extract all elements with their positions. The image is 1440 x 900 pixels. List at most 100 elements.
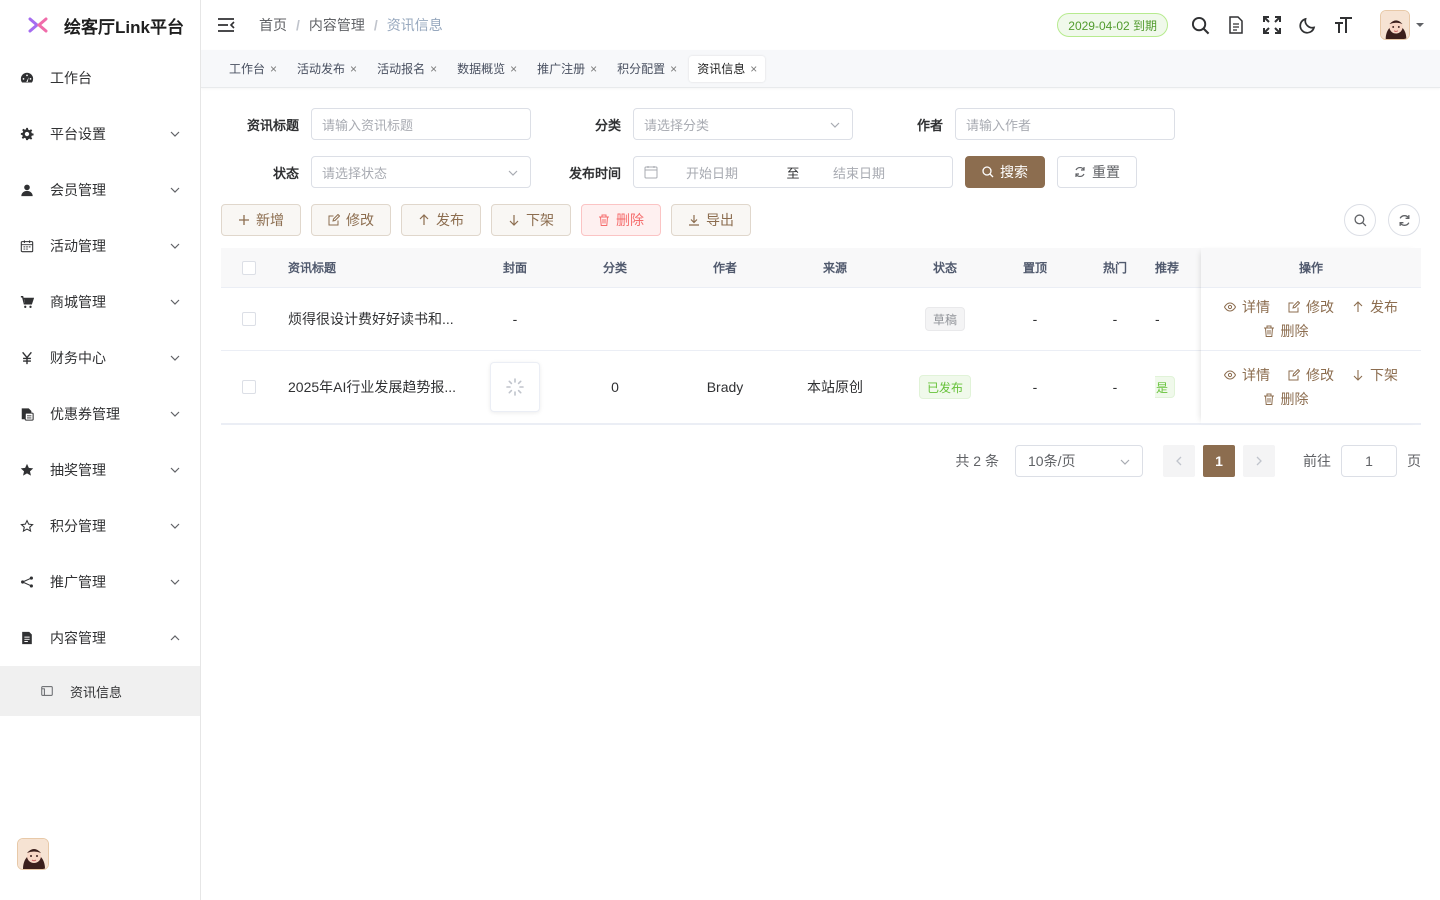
select-all-checkbox[interactable]	[242, 260, 256, 275]
chevron-down-icon	[170, 411, 180, 417]
document-doc-icon[interactable]	[1226, 15, 1246, 35]
filter-author-label: 作者	[916, 117, 943, 133]
reset-button[interactable]: 重置	[1057, 156, 1137, 188]
close-icon[interactable]: ×	[350, 62, 357, 76]
sidebar-item-platform-settings[interactable]: 平台设置	[0, 106, 200, 162]
delete-button[interactable]: 删除	[581, 204, 661, 236]
sidebar-item-members[interactable]: 会员管理	[0, 162, 200, 218]
user-avatar[interactable]	[1380, 10, 1410, 40]
author-input[interactable]: 请输入作者	[955, 108, 1175, 140]
category-select[interactable]: 请选择分类	[633, 108, 853, 140]
sidebar-subitem-label: 资讯信息	[70, 684, 123, 700]
edit-button[interactable]: 修改	[1288, 365, 1334, 385]
date-range-picker[interactable]: 开始日期 至 结束日期	[633, 156, 953, 188]
tag-data-overview[interactable]: 数据概览 ×	[449, 56, 525, 82]
sidebar-item-mall[interactable]: 商城管理	[0, 274, 200, 330]
edit-button[interactable]: 修改	[311, 204, 391, 236]
close-icon[interactable]: ×	[670, 62, 677, 76]
caret-down-icon[interactable]	[1416, 21, 1424, 29]
row-checkbox[interactable]	[242, 312, 256, 326]
breadcrumb-content[interactable]: 内容管理	[309, 15, 365, 35]
cover-image[interactable]	[490, 362, 540, 412]
plus-icon	[238, 214, 250, 226]
search-icon[interactable]	[1190, 15, 1210, 35]
toggle-search-button[interactable]	[1344, 204, 1376, 236]
news-table: 资讯标题 封面 分类 作者 来源 状态 置顶 热门 推荐 烦得很设计费好好读书和…	[221, 248, 1421, 425]
close-icon[interactable]: ×	[590, 62, 597, 76]
publish-button[interactable]: 发布	[401, 204, 481, 236]
sidebar-item-content[interactable]: 内容管理	[0, 610, 200, 666]
arrow-down-icon	[1352, 369, 1364, 381]
tag-activity-publish[interactable]: 活动发布 ×	[289, 56, 365, 82]
ops-column: 操作 详情 修改 发布 删除 详情 修改 下架 删除	[1201, 248, 1421, 424]
filter-status-label: 状态	[272, 165, 299, 181]
sidebar-item-dashboard[interactable]: 工作台	[0, 50, 200, 106]
prev-page-button[interactable]	[1163, 445, 1195, 477]
tag-activity-signup[interactable]: 活动报名 ×	[369, 56, 445, 82]
export-button[interactable]: 导出	[671, 204, 751, 236]
toolbar-right	[1332, 204, 1420, 236]
delete-button[interactable]: 删除	[1263, 389, 1309, 409]
menu-toggle-icon[interactable]	[217, 17, 235, 33]
sidebar-item-finance[interactable]: 财务中心	[0, 330, 200, 386]
sidebar-item-activities[interactable]: 活动管理	[0, 218, 200, 274]
sidebar-avatar[interactable]	[17, 838, 49, 870]
row-ops: 详情 修改 发布 删除	[1201, 288, 1421, 351]
title-input[interactable]: 请输入资讯标题	[311, 108, 531, 140]
search-button[interactable]: 搜索	[965, 156, 1045, 188]
tag-workbench[interactable]: 工作台 ×	[221, 56, 285, 82]
row-checkbox[interactable]	[242, 380, 256, 394]
tag-news-info[interactable]: 资讯信息 ×	[689, 55, 766, 82]
edit-icon	[1288, 301, 1300, 313]
sidebar-item-lottery[interactable]: 抽奖管理	[0, 442, 200, 498]
dark-mode-icon[interactable]	[1298, 15, 1318, 35]
share-icon	[20, 575, 34, 589]
filter-row-1: 资讯标题 请输入资讯标题 分类 请选择分类 作者 请输入作者	[221, 108, 1420, 140]
refresh-table-button[interactable]	[1388, 204, 1420, 236]
sidebar-subitem-news[interactable]: 资讯信息	[0, 666, 200, 716]
next-page-button[interactable]	[1243, 445, 1275, 477]
offline-button[interactable]: 下架	[1352, 365, 1398, 385]
font-size-icon[interactable]	[1334, 15, 1354, 35]
offline-button[interactable]: 下架	[491, 204, 571, 236]
close-icon[interactable]: ×	[510, 62, 517, 76]
detail-button[interactable]: 详情	[1224, 365, 1270, 385]
fullscreen-icon[interactable]	[1262, 15, 1282, 35]
row-top: -	[1032, 311, 1038, 327]
edit-button[interactable]: 修改	[1288, 297, 1334, 317]
date-start[interactable]: 开始日期	[686, 163, 768, 182]
goto-label: 前往	[1303, 453, 1331, 469]
trash-icon	[1263, 393, 1275, 405]
news-icon	[40, 684, 54, 698]
row-hot: -	[1112, 379, 1118, 395]
row-title: 烦得很设计费好好读书和...	[288, 311, 454, 327]
delete-button[interactable]: 删除	[1263, 321, 1309, 341]
page-size-select[interactable]: 10条/页	[1015, 445, 1143, 477]
row-status-cell: 草稿	[895, 288, 995, 350]
header-top: 置顶	[1022, 261, 1047, 275]
row-status-cell: 已发布	[895, 351, 995, 423]
publish-button[interactable]: 发布	[1352, 297, 1398, 317]
close-icon[interactable]: ×	[750, 62, 757, 76]
filter-category: 分类 请选择分类	[531, 108, 853, 140]
close-icon[interactable]: ×	[270, 62, 277, 76]
page-number-current[interactable]: 1	[1203, 445, 1235, 477]
detail-button[interactable]: 详情	[1224, 297, 1270, 317]
sidebar-item-coupons[interactable]: 优惠券管理	[0, 386, 200, 442]
tag-promo-register[interactable]: 推广注册 ×	[529, 56, 605, 82]
goto-page-input[interactable]: 1	[1341, 445, 1397, 477]
search-icon	[1353, 213, 1366, 226]
logo[interactable]: 绘客厅Link平台	[0, 0, 200, 50]
sidebar-menu: 工作台 平台设置 会员管理 活动管理 商城管理 财务中心 优惠券管理 抽奖管理 …	[0, 50, 200, 716]
sidebar-item-points[interactable]: 积分管理	[0, 498, 200, 554]
add-button[interactable]: 新增	[221, 204, 301, 236]
expire-badge: 2029-04-02 到期	[1057, 13, 1168, 37]
tag-points-config[interactable]: 积分配置 ×	[609, 56, 685, 82]
date-end[interactable]: 结束日期	[818, 163, 900, 182]
breadcrumb-home[interactable]: 首页	[259, 15, 287, 35]
breadcrumb-separator: /	[373, 17, 378, 33]
close-icon[interactable]: ×	[430, 62, 437, 76]
status-badge: 草稿	[924, 307, 965, 331]
sidebar-item-promotion[interactable]: 推广管理	[0, 554, 200, 610]
status-select[interactable]: 请选择状态	[311, 156, 531, 188]
